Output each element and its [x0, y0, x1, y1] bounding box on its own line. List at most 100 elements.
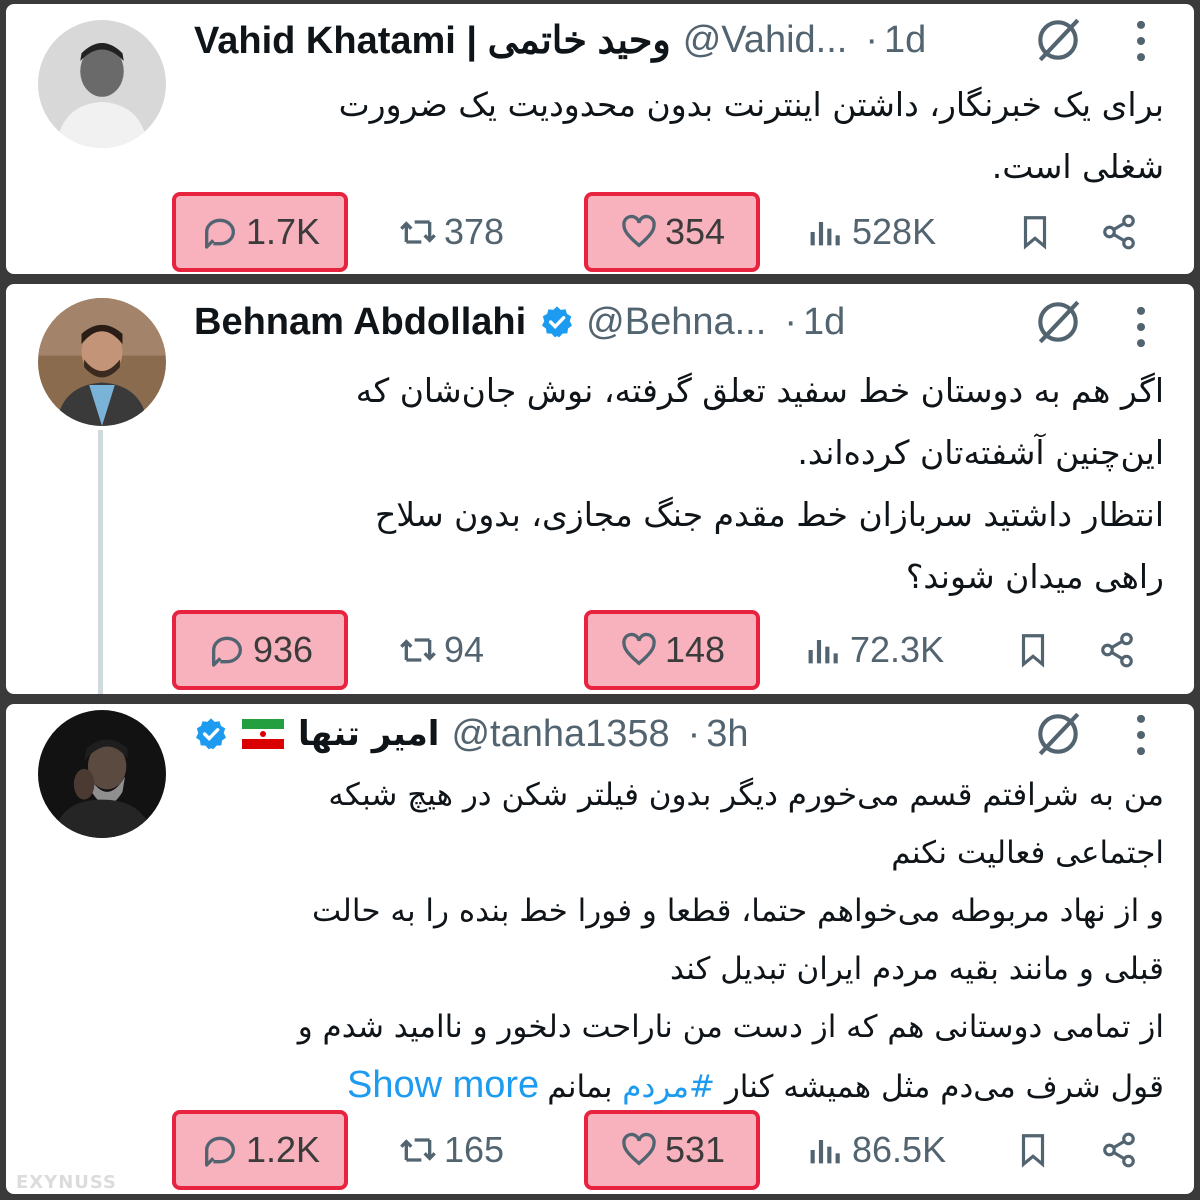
tweet-text-line: انتظار داشتید سربازان خط مقدم جنگ مجازی،… — [375, 495, 1164, 534]
more-options-icon[interactable] — [1134, 18, 1148, 64]
reply-icon — [204, 218, 235, 249]
tweet-text-line: این‌چنین آشفته‌تان کرده‌اند. — [797, 433, 1164, 472]
bookmark-icon — [1023, 216, 1047, 250]
like-count: 531 — [664, 1129, 726, 1170]
tweet-card[interactable]: Behnam Abdollahi @Behna... · 1d اگر هم ب… — [6, 284, 1194, 694]
bookmark-icon — [1021, 1134, 1045, 1168]
display-name[interactable]: Behnam Abdollahi — [194, 301, 526, 344]
like-count: 354 — [664, 211, 726, 252]
reply-count: 936 — [252, 629, 314, 670]
reply-count: 1.7K — [245, 211, 321, 252]
share-icon — [1103, 1132, 1135, 1168]
verified-badge-icon — [194, 717, 228, 751]
more-options-icon[interactable] — [1134, 712, 1148, 758]
reply-button[interactable]: 936 — [172, 610, 348, 690]
repost-button[interactable]: 378 — [398, 192, 548, 272]
like-button[interactable]: 354 — [584, 192, 760, 272]
tweet-text-line: راهی میدان شوند؟ — [905, 557, 1164, 596]
tweet-header: Vahid Khatami | وحید خاتمی @Vahid... · 1… — [194, 10, 1172, 70]
separator-dot: · — [865, 18, 878, 61]
grok-icon[interactable] — [1032, 708, 1084, 760]
views-button[interactable]: 72.3K — [804, 610, 980, 690]
show-more-link[interactable]: Show more — [347, 1064, 539, 1106]
repost-count: 165 — [444, 1129, 505, 1170]
views-icon — [810, 1140, 840, 1164]
tweet-text-last-line: قول شرف می‌دم مثل همیشه کنار #مردم بمانم… — [194, 1056, 1164, 1116]
user-handle[interactable]: @Behna... — [586, 301, 766, 344]
share-button[interactable] — [1100, 192, 1144, 272]
action-bar: 1.2K 165 531 86.5K — [6, 1110, 1194, 1190]
view-count: 528K — [852, 211, 937, 252]
share-icon — [1101, 632, 1133, 668]
separator-dot: · — [784, 300, 797, 343]
tweet-text-line: شغلی است. — [991, 147, 1164, 186]
reply-button[interactable]: 1.2K — [172, 1110, 348, 1190]
views-button[interactable]: 528K — [806, 192, 976, 272]
avatar[interactable] — [38, 710, 166, 838]
share-button[interactable] — [1100, 1110, 1144, 1190]
heart-icon — [622, 214, 656, 248]
timestamp[interactable]: 3h — [706, 713, 748, 756]
tweet-header: Behnam Abdollahi @Behna... · 1d — [194, 292, 1172, 352]
tweet-header: امیر تنها @tanha1358 · 3h — [194, 704, 1172, 764]
tweet-text-line: و از نهاد مربوطه می‌خواهم حتما، قطعا و ف… — [311, 893, 1164, 929]
repost-button[interactable]: 165 — [398, 1110, 548, 1190]
tweet-card[interactable]: امیر تنها @tanha1358 · 3h من به شرافتم ق… — [6, 704, 1194, 1194]
tweet-text-segment: قول شرف می‌دم مثل همیشه کنار — [714, 1069, 1164, 1105]
heart-icon — [622, 1132, 656, 1166]
reply-button[interactable]: 1.7K — [172, 192, 348, 272]
tweet-text-segment: بمانم — [547, 1069, 623, 1105]
grok-icon[interactable] — [1032, 14, 1084, 66]
tweet-text-line: برای یک خبرنگار، داشتن اینترنت بدون محدو… — [338, 85, 1164, 124]
views-button[interactable]: 86.5K — [806, 1110, 982, 1190]
avatar[interactable] — [38, 298, 166, 426]
more-options-icon[interactable] — [1134, 304, 1148, 350]
reply-count: 1.2K — [245, 1129, 321, 1170]
view-count: 86.5K — [852, 1129, 947, 1170]
view-count: 72.3K — [850, 629, 945, 670]
bookmark-button[interactable] — [1016, 192, 1060, 272]
verified-badge-icon — [540, 305, 574, 339]
share-icon — [1103, 214, 1135, 250]
like-button[interactable]: 531 — [584, 1110, 760, 1190]
display-name[interactable]: امیر تنها — [298, 714, 439, 754]
timestamp[interactable]: 1d — [884, 19, 926, 62]
hashtag-link[interactable]: #مردم — [622, 1069, 715, 1105]
repost-icon — [400, 220, 436, 244]
heart-icon — [622, 632, 656, 666]
display-name[interactable]: Vahid Khatami | وحید خاتمی — [194, 18, 671, 63]
tweet-text: برای یک خبرنگار، داشتن اینترنت بدون محدو… — [194, 74, 1164, 198]
views-icon — [810, 222, 840, 246]
tweet-text: اگر هم به دوستان خط سفید تعلق گرفته، نوش… — [194, 360, 1164, 608]
tweet-text-line: من به شرافتم قسم می‌خورم دیگر بدون فیلتر… — [328, 777, 1164, 813]
share-button[interactable] — [1098, 610, 1142, 690]
repost-icon — [400, 638, 436, 662]
tweet-text-line: اجتماعی فعالیت نکنم — [891, 835, 1164, 871]
reply-icon — [204, 1136, 235, 1167]
repost-count: 378 — [444, 211, 505, 252]
reply-icon — [211, 636, 242, 667]
views-icon — [808, 640, 838, 664]
tweet-text-line: از تمامی دوستانی هم که از دست من ناراحت … — [297, 1009, 1164, 1045]
action-bar: 1.7K 378 354 528K — [6, 192, 1194, 272]
like-count: 148 — [664, 629, 726, 670]
bookmark-button[interactable] — [1014, 1110, 1058, 1190]
iran-flag-icon — [242, 719, 284, 749]
tweet-text-line: قبلی و مانند بقیه مردم ایران تبدیل کند — [670, 951, 1164, 987]
separator-dot: · — [687, 712, 701, 755]
repost-button[interactable]: 94 — [398, 610, 538, 690]
user-handle[interactable]: @tanha1358 — [451, 713, 669, 756]
repost-icon — [400, 1138, 436, 1162]
tweet-card[interactable]: Vahid Khatami | وحید خاتمی @Vahid... · 1… — [6, 4, 1194, 274]
grok-icon[interactable] — [1032, 296, 1084, 348]
tweet-text: من به شرافتم قسم می‌خورم دیگر بدون فیلتر… — [194, 766, 1164, 1116]
tweet-text-line: اگر هم به دوستان خط سفید تعلق گرفته، نوش… — [355, 371, 1164, 410]
user-handle[interactable]: @Vahid... — [683, 19, 848, 62]
watermark-text: EXYNUSS — [16, 1172, 118, 1193]
like-button[interactable]: 148 — [584, 610, 760, 690]
timestamp[interactable]: 1d — [803, 301, 845, 344]
bookmark-icon — [1021, 634, 1045, 668]
bookmark-button[interactable] — [1014, 610, 1058, 690]
repost-count: 94 — [444, 629, 485, 670]
avatar[interactable] — [38, 20, 166, 148]
